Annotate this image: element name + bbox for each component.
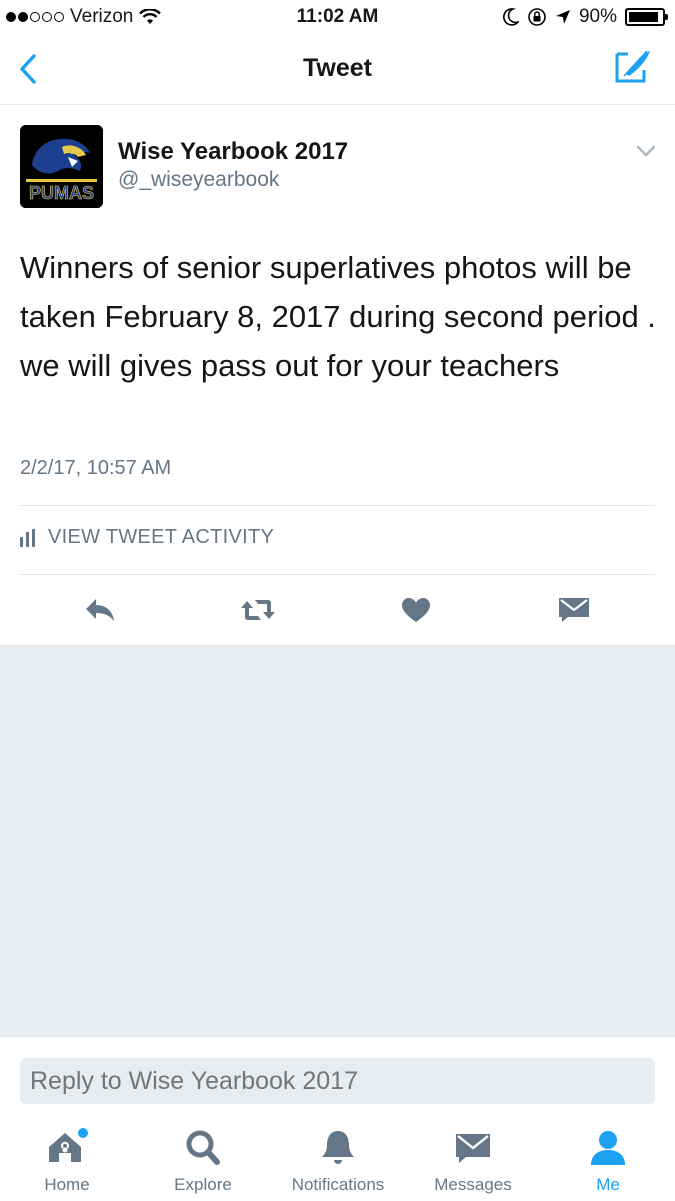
reply-button[interactable] xyxy=(80,593,120,627)
tab-messages-label: Messages xyxy=(434,1175,512,1194)
direct-message-button[interactable] xyxy=(554,593,594,627)
tab-notifications[interactable]: Notifications xyxy=(278,1128,398,1195)
tab-messages[interactable]: Messages xyxy=(413,1128,533,1195)
retweet-icon xyxy=(241,600,275,620)
envelope-icon xyxy=(456,1134,490,1163)
like-icon xyxy=(402,598,430,622)
view-tweet-activity-button[interactable]: VIEW TWEET ACTIVITY xyxy=(20,526,274,549)
tweet-text: Winners of senior superlatives photos wi… xyxy=(20,250,656,383)
compose-tweet-icon[interactable] xyxy=(614,48,652,84)
direct-message-icon xyxy=(559,598,589,622)
tweet-timestamp: 2/2/17, 10:57 AM xyxy=(20,457,172,479)
divider xyxy=(20,505,655,506)
tab-explore[interactable]: Explore xyxy=(143,1128,263,1195)
tweet-detail: PUMAS Wise Yearbook 2017 @_wiseyearbook … xyxy=(0,105,675,646)
search-icon xyxy=(186,1130,220,1165)
reply-icon xyxy=(86,599,114,621)
home-icon xyxy=(49,1128,88,1162)
view-tweet-activity-label: VIEW TWEET ACTIVITY xyxy=(48,526,275,548)
tab-home-label: Home xyxy=(44,1175,90,1194)
tab-me[interactable]: Me xyxy=(548,1128,668,1195)
chevron-down-icon[interactable] xyxy=(636,145,656,157)
battery-icon xyxy=(625,8,668,26)
tab-notifications-label: Notifications xyxy=(291,1175,385,1194)
status-bar: Verizon 11:02 AM 90% xyxy=(0,0,675,34)
tab-explore-label: Explore xyxy=(174,1175,232,1194)
bell-icon xyxy=(322,1131,354,1164)
moon-icon xyxy=(503,8,519,26)
reply-input[interactable] xyxy=(20,1058,655,1104)
svg-text:PUMAS: PUMAS xyxy=(29,183,94,203)
page-title: Tweet xyxy=(303,54,372,82)
rotation-lock-icon xyxy=(528,8,546,26)
navigation-bar: Tweet xyxy=(0,34,675,105)
battery-percent: 90% xyxy=(578,6,617,27)
tab-me-label: Me xyxy=(596,1175,620,1194)
author-handle[interactable]: @_wiseyearbook xyxy=(118,168,279,192)
unread-dot xyxy=(78,1128,88,1138)
tab-home[interactable]: Home xyxy=(7,1128,127,1195)
person-icon xyxy=(591,1131,625,1165)
location-arrow-icon xyxy=(555,10,570,24)
author-name[interactable]: Wise Yearbook 2017 xyxy=(118,138,348,166)
divider xyxy=(20,574,655,575)
avatar[interactable]: PUMAS xyxy=(20,125,103,208)
puma-logo-icon: PUMAS xyxy=(20,125,103,208)
like-button[interactable] xyxy=(396,593,436,627)
analytics-bars-icon xyxy=(20,528,35,547)
retweet-button[interactable] xyxy=(238,593,278,627)
